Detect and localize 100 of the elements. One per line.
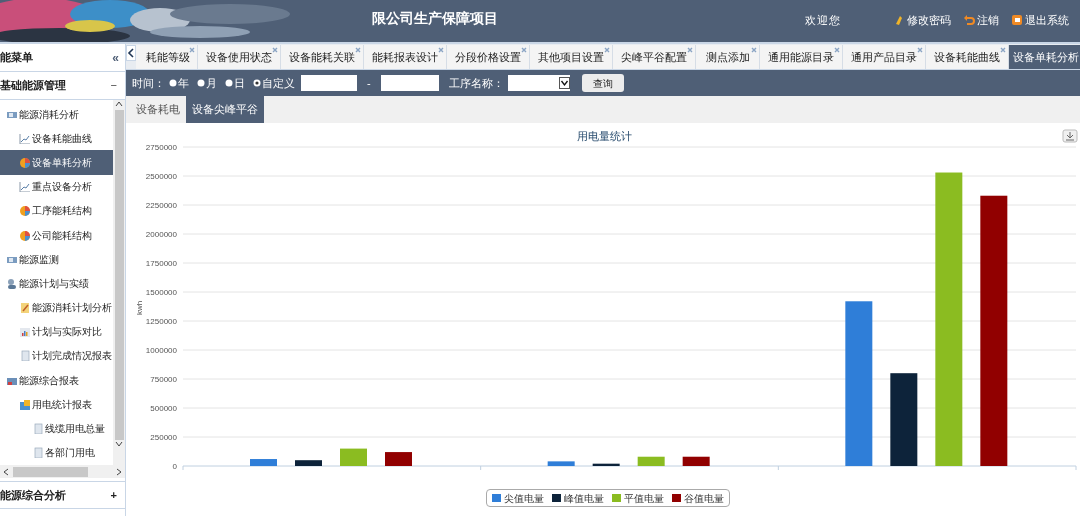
y-tick-label: 1750000 — [145, 259, 177, 268]
y-tick-label: 500000 — [150, 404, 177, 413]
menu-item[interactable]: 计划与实际对比 — [0, 319, 113, 344]
bar — [637, 456, 665, 466]
header-link[interactable]: 退出系统 — [1011, 12, 1069, 29]
radio-option[interactable]: 月 — [197, 74, 217, 92]
pie-chart-icon — [19, 205, 30, 217]
scroll-thumb[interactable] — [13, 466, 88, 477]
tab[interactable]: 分段价格设置 — [447, 45, 530, 69]
section-title: 基础能源管理 — [0, 78, 66, 94]
document-icon — [19, 302, 30, 314]
vertical-scrollbar[interactable] — [113, 100, 125, 465]
tab[interactable]: 能耗报表设计 — [364, 45, 447, 69]
menu-item[interactable]: 计划完成情况报表 — [0, 343, 113, 369]
scroll-left-icon — [2, 467, 10, 476]
dropdown-caret-icon — [558, 77, 570, 89]
menu-item[interactable]: 能源监测 — [0, 247, 113, 272]
legend-item: 峰值电量 — [552, 490, 604, 506]
menu-item[interactable]: 能源消耗分析 — [0, 102, 113, 127]
time-label: 时间： — [132, 75, 165, 91]
close-icon — [438, 47, 444, 53]
menu-item[interactable]: 能源综合报表 — [0, 368, 113, 393]
section-title: 能源综合分析 — [0, 487, 66, 503]
close-icon — [521, 47, 527, 53]
plus-icon: + — [110, 486, 117, 504]
range-separator: - — [367, 75, 371, 91]
tab[interactable]: 耗能等级 — [136, 45, 198, 69]
scroll-left-button[interactable] — [126, 45, 136, 61]
menu-item[interactable]: 能源计划与实绩 — [0, 271, 113, 296]
close-icon — [917, 47, 923, 53]
page-icon — [32, 447, 43, 459]
radio-option[interactable]: 自定义 — [253, 74, 295, 92]
bar-chart-icon — [19, 326, 30, 338]
tab[interactable]: 测点添加 — [696, 45, 760, 69]
process-label: 工序名称： — [448, 75, 504, 91]
y-tick-label: 750000 — [150, 375, 177, 384]
bar — [340, 448, 367, 466]
legend-item: 平值电量 — [612, 490, 664, 506]
horizontal-scrollbar[interactable] — [0, 465, 125, 478]
header-link[interactable]: 注销 — [963, 12, 999, 29]
pie-chart-icon — [19, 156, 30, 168]
line-chart-icon — [19, 181, 30, 193]
close-icon — [1000, 47, 1006, 53]
date-field[interactable] — [380, 75, 439, 91]
scroll-down-icon — [115, 440, 123, 448]
y-tick-label: 1000000 — [145, 346, 177, 355]
legend-item: 谷值电量 — [672, 490, 724, 506]
tab[interactable]: 通用产品目录 — [843, 45, 926, 69]
y-tick-label: 2250000 — [145, 201, 177, 210]
tab[interactable]: 设备使用状态 — [198, 45, 281, 69]
app-title: 限公司生产保障项目 — [372, 9, 498, 28]
tab[interactable]: 通用能源目录 — [760, 45, 843, 69]
tab[interactable]: 设备单耗分析 — [1009, 45, 1080, 69]
y-tick-label: 2750000 — [145, 143, 177, 152]
close-icon — [604, 47, 610, 53]
menu-item[interactable]: 设备单耗分析 — [0, 150, 113, 175]
line-chart-icon — [19, 132, 30, 144]
bar — [682, 456, 710, 466]
section-header[interactable]: 能源综合分析 + — [0, 481, 125, 509]
close-icon — [687, 47, 693, 53]
menu-item[interactable]: 设备耗能曲线 — [0, 126, 113, 151]
minus-icon: − — [110, 77, 117, 94]
y-tick-label: 0 — [172, 462, 177, 471]
menu-item[interactable]: 重点设备分析 — [0, 174, 113, 199]
subtab[interactable]: 设备尖峰平谷 — [186, 96, 264, 123]
menu-item[interactable]: 各部门用电 — [0, 440, 113, 465]
bar — [385, 452, 412, 466]
menu-item[interactable]: 线缆用电总量 — [0, 416, 113, 441]
header-link[interactable]: 修改密码 — [893, 12, 951, 29]
menu-item[interactable]: 用电统计报表 — [0, 392, 113, 417]
menu-item[interactable]: 公司能耗结构 — [0, 222, 113, 248]
query-button[interactable]: 查询 — [581, 74, 624, 92]
bar — [592, 463, 620, 466]
radio-option[interactable]: 年 — [169, 74, 189, 92]
collapse-button[interactable]: « — [112, 48, 119, 67]
tab[interactable]: 设备耗能曲线 — [926, 45, 1009, 69]
pie-chart-icon — [19, 229, 30, 241]
tab[interactable]: 尖峰平谷配置 — [613, 45, 696, 69]
menu-item[interactable]: 工序能耗结构 — [0, 198, 113, 223]
process-select[interactable] — [507, 75, 570, 91]
exit-icon — [1011, 14, 1023, 27]
y-axis-title: kwh — [135, 300, 144, 316]
bar — [295, 460, 322, 466]
chart-title: 用电量统计 — [576, 130, 632, 142]
download-icon[interactable] — [1062, 129, 1078, 143]
scroll-right-icon — [115, 467, 123, 476]
y-tick-label: 1250000 — [145, 317, 177, 326]
date-field[interactable] — [301, 75, 357, 91]
y-tick-label: 2500000 — [145, 172, 177, 181]
scroll-thumb[interactable] — [114, 110, 124, 440]
tab[interactable]: 其他项目设置 — [530, 45, 613, 69]
page-icon — [19, 350, 30, 362]
page-icon — [32, 423, 43, 435]
y-tick-label: 1500000 — [145, 288, 177, 297]
close-icon — [355, 47, 361, 53]
subtab[interactable]: 设备耗电 — [130, 96, 186, 123]
radio-option[interactable]: 日 — [225, 74, 245, 92]
menu-item[interactable]: 能源消耗计划分析 — [0, 295, 113, 320]
close-icon — [834, 47, 840, 53]
tab[interactable]: 设备能耗关联 — [281, 45, 364, 69]
